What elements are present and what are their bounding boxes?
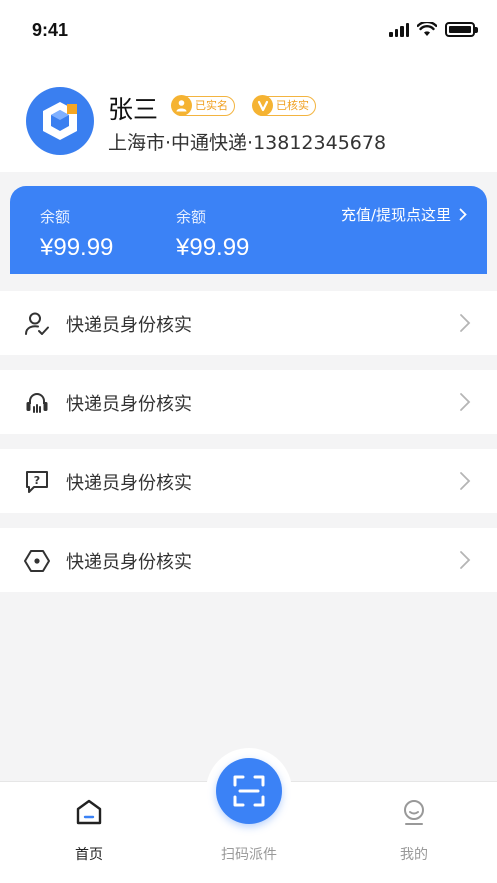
verified-name-label: 已实名 [195, 99, 228, 112]
chevron-right-icon [460, 551, 471, 569]
menu-item-label: 快递员身份核实 [66, 394, 192, 415]
status-icons [389, 22, 478, 37]
balance-label-2: 余额 [176, 208, 207, 226]
question-message-icon: ? [26, 471, 48, 493]
recharge-withdraw-link[interactable]: 充值/提现点这里 [341, 204, 467, 225]
battery-icon [445, 22, 478, 37]
profile-icon [404, 800, 424, 825]
profile-header: 张三 已实名 已核实 上海市·中通快递·13812345678 [0, 60, 497, 172]
balance-value-1: ¥99.99 [40, 234, 114, 261]
balance-value-2: ¥99.99 [176, 234, 250, 261]
headset-icon [26, 393, 48, 413]
user-check-icon [25, 312, 49, 335]
avatar[interactable] [26, 87, 94, 155]
user-subtitle: 上海市·中通快递·13812345678 [108, 132, 387, 154]
user-name: 张三 [108, 95, 159, 124]
home-icon [76, 799, 102, 825]
status-bar: 9:41 [0, 0, 497, 60]
tab-profile[interactable]: 我的 [374, 794, 454, 864]
tab-scan-label: 扫码派件 [221, 847, 277, 863]
chevron-right-icon [460, 393, 471, 411]
signal-icon [389, 22, 409, 37]
menu-item-label: 快递员身份核实 [66, 473, 192, 494]
check-v-icon [252, 95, 273, 116]
verified-check-label: 已核实 [276, 99, 309, 112]
scan-icon [233, 775, 265, 807]
balance-card: 余额 ¥99.99 余额 ¥99.99 充值/提现点这里 [10, 186, 487, 274]
wifi-icon [417, 22, 437, 36]
menu-item-1[interactable]: 快递员身份核实 [0, 291, 497, 355]
chevron-right-icon [460, 314, 471, 332]
chevron-right-icon [460, 472, 471, 490]
tab-profile-label: 我的 [400, 847, 428, 863]
menu-item-label: 快递员身份核实 [66, 315, 192, 336]
menu-item-2[interactable]: 快递员身份核实 [0, 370, 497, 434]
cube-logo-icon [43, 102, 77, 140]
menu-item-4[interactable]: 快递员身份核实 [0, 528, 497, 592]
verified-name-badge: 已实名 [171, 95, 235, 116]
menu-item-label: 快递员身份核实 [66, 552, 192, 573]
svg-text:?: ? [34, 474, 40, 487]
balance-label-1: 余额 [40, 208, 71, 226]
user-verified-icon [171, 95, 192, 116]
chevron-right-icon [459, 208, 467, 221]
recharge-withdraw-label: 充值/提现点这里 [340, 206, 451, 224]
tab-home[interactable]: 首页 [49, 794, 129, 864]
verified-check-badge: 已核实 [252, 95, 316, 116]
tab-home-label: 首页 [75, 847, 103, 863]
scan-button[interactable] [216, 758, 282, 824]
hexagon-settings-icon [24, 550, 50, 572]
menu-item-3[interactable]: ? 快递员身份核实 [0, 449, 497, 513]
status-time: 9:41 [32, 20, 69, 40]
